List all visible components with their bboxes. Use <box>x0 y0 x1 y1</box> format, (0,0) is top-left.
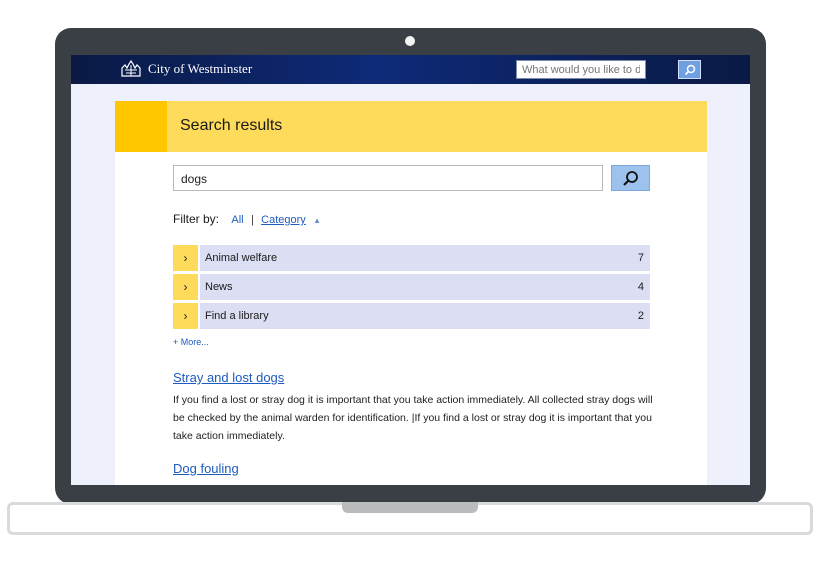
result-title-link[interactable]: Dog fouling <box>173 461 239 476</box>
category-row-news[interactable]: › News 4 <box>173 274 650 300</box>
banner-accent <box>115 101 167 152</box>
more-categories-link[interactable]: + More... <box>173 337 209 347</box>
filter-separator: | <box>250 214 254 226</box>
site-title[interactable]: City of Westminster <box>148 61 252 77</box>
caret-up-icon[interactable]: ▲ <box>313 216 321 225</box>
site-header: City of Westminster <box>71 55 750 84</box>
category-bar[interactable]: News 4 <box>200 274 650 300</box>
webcam <box>405 36 415 46</box>
result-title-link[interactable]: Stray and lost dogs <box>173 370 284 385</box>
filter-all-link[interactable]: All <box>231 214 243 226</box>
category-label: News <box>205 281 233 293</box>
category-count: 7 <box>637 252 644 264</box>
search-button[interactable] <box>611 165 650 191</box>
category-row-animal-welfare[interactable]: › Animal welfare 7 <box>173 245 650 271</box>
search-icon <box>623 170 638 186</box>
filter-category-link[interactable]: Category <box>261 214 306 226</box>
filter-bar: Filter by: All | Category ▲ <box>173 212 321 226</box>
chevron-right-icon[interactable]: › <box>173 274 198 300</box>
content-panel: Search results dogs Filter by: All | Cat… <box>115 101 707 485</box>
category-bar[interactable]: Find a library 2 <box>200 303 650 329</box>
site-search-input[interactable] <box>516 60 646 79</box>
chevron-right-icon[interactable]: › <box>173 245 198 271</box>
chevron-right-icon[interactable]: › <box>173 303 198 329</box>
site-search-button[interactable] <box>678 60 701 79</box>
category-count: 2 <box>637 310 644 322</box>
laptop-notch <box>342 502 478 513</box>
category-label: Find a library <box>205 310 269 322</box>
browser-screen: City of Westminster Search results dogs … <box>71 55 750 485</box>
result-summary: If you find a lost or stray dog it is im… <box>173 394 653 442</box>
category-count: 4 <box>637 281 644 293</box>
category-row-find-a-library[interactable]: › Find a library 2 <box>173 303 650 329</box>
crest-logo-icon[interactable] <box>120 60 142 78</box>
page-banner: Search results <box>115 101 707 152</box>
search-input[interactable]: dogs <box>173 165 603 191</box>
page-title: Search results <box>180 117 283 134</box>
filter-label: Filter by: <box>173 212 220 226</box>
category-bar[interactable]: Animal welfare 7 <box>200 245 650 271</box>
category-label: Animal welfare <box>205 252 278 264</box>
search-icon <box>684 64 695 75</box>
